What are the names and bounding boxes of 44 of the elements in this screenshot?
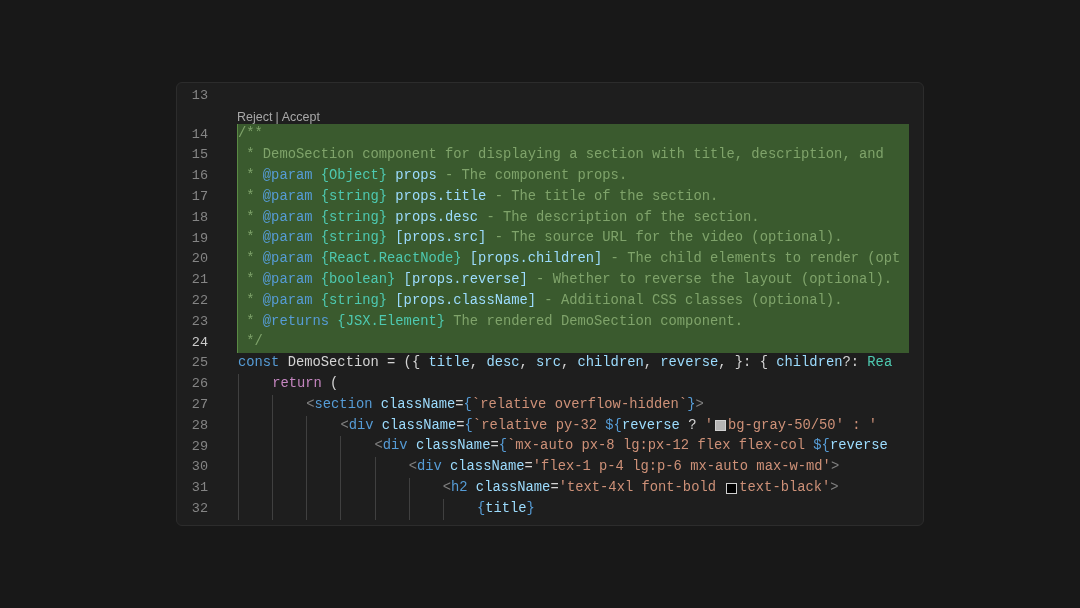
code-text: <div className={`relative py-32 ${reverse ? ' [238, 415, 713, 437]
line-number: 21 [190, 271, 208, 290]
line-number: 30 [190, 458, 208, 477]
line-number: 15 [190, 146, 208, 165]
code-text: * @param {boolean} [props.reverse] - Whether to reverse the layout (optional). [245, 271, 893, 289]
code-text: bg-gray-50/50' : ' [728, 416, 878, 435]
line-number: 28 [190, 416, 208, 435]
code-text: <div className='flex-1 p-4 lg:p-6 mx-auto max-w-md'> [238, 457, 840, 478]
code-text: {title} [238, 498, 535, 520]
code-text: * DemoSection component for displaying a section with title, description, and [245, 146, 884, 165]
line-number: 17 [190, 188, 208, 207]
line-number: 18 [190, 208, 208, 227]
code-text: * @returns {JSX.Element} The rendered DemoSection component. [245, 312, 744, 331]
code-text: * @param {string} [props.className] - Additional CSS classes (optional). [245, 291, 843, 310]
separator: | [274, 110, 280, 124]
code-text: <h2 className='text-4xl font-bold [238, 477, 725, 499]
line-number: 32 [190, 500, 208, 518]
code-text: /** [238, 125, 263, 144]
code-text: const DemoSection = ({ title, desc, src, children, reverse, }: { children?: Rea [238, 354, 893, 373]
code-text: */ [245, 333, 263, 352]
line-number: 26 [190, 375, 208, 394]
line-number: 25 [190, 354, 208, 373]
line-number: 29 [190, 437, 208, 456]
code-text: * @param {string} props.title - The title of the section. [245, 187, 719, 206]
code-text: * @param {React.ReactNode} [props.children] - The child elements to render (opt [245, 250, 901, 269]
code-text: <section className={`relative overflow-hidden`}> [238, 394, 704, 416]
line-number: 19 [190, 229, 208, 248]
code-text: * @param {string} props.desc - The description of the section. [245, 208, 760, 227]
line-number: 24 [190, 333, 208, 352]
code-text: <div className={`mx-auto px-8 lg:px-12 flex flex-col ${reverse [238, 436, 888, 458]
line-number: 16 [190, 167, 208, 186]
line-number: 31 [190, 479, 208, 498]
code-text: text-black'> [739, 479, 839, 497]
line-number: 22 [190, 292, 208, 311]
line-number: 14 [190, 125, 208, 144]
code-lens-link[interactable]: Accept [281, 110, 320, 124]
line-number: 13 [190, 87, 208, 106]
code-text: * @param {Object} props - The component props. [245, 167, 628, 186]
code-text: return ( [238, 373, 339, 395]
line-number: 27 [190, 396, 208, 414]
line-number: 23 [190, 312, 208, 331]
code-lens-link[interactable]: Reject [237, 110, 273, 124]
code-text: * @param {string} [props.src] - The source URL for the video (optional). [245, 229, 843, 248]
line-number: 20 [190, 250, 208, 269]
